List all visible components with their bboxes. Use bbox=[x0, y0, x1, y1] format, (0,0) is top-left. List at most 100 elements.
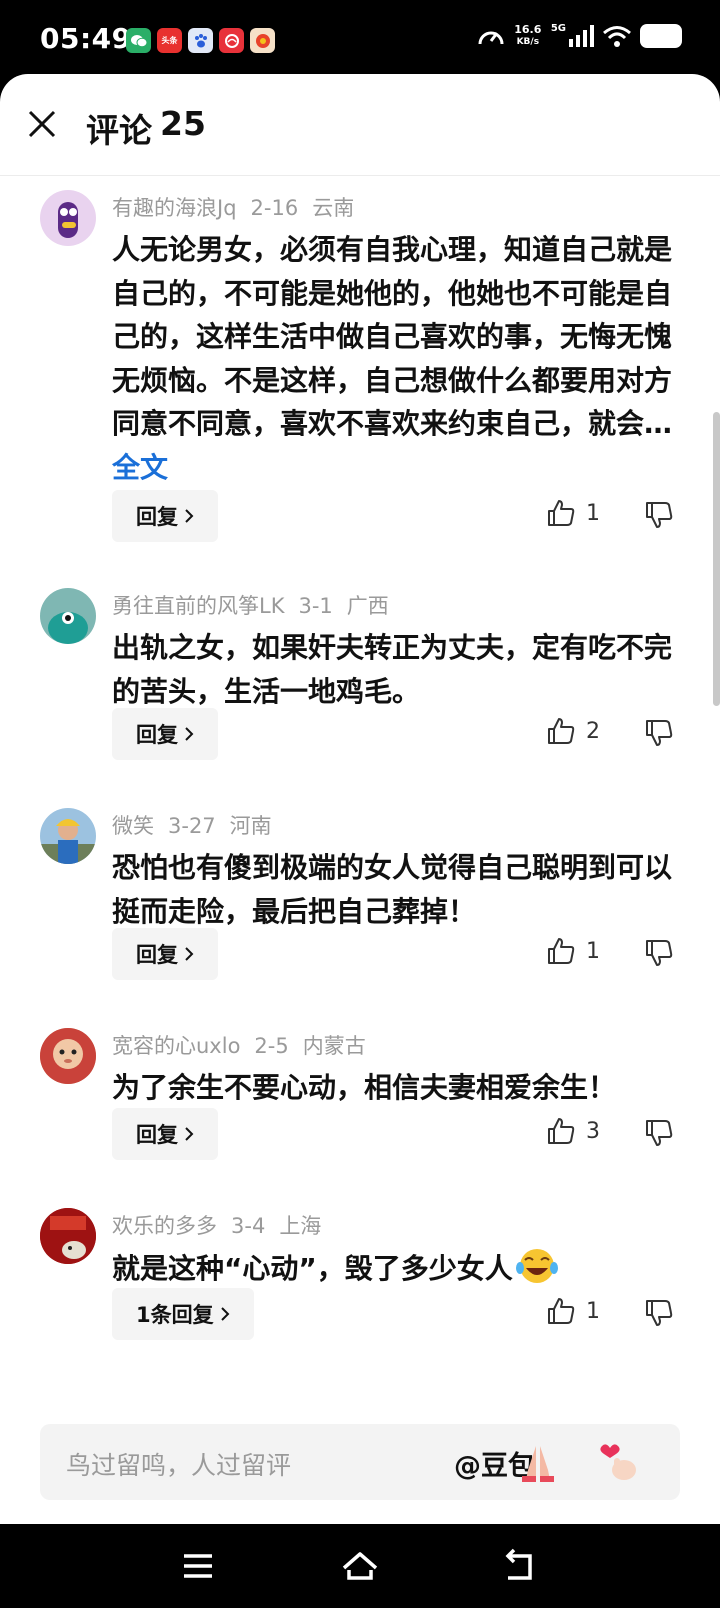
wechat-icon bbox=[126, 28, 151, 53]
reply-button[interactable]: 1条回复 bbox=[112, 1288, 254, 1340]
speedometer-icon bbox=[478, 31, 504, 45]
thumbs-up-icon bbox=[548, 1118, 575, 1144]
comment-meta: 欢乐的多多 3-4 上海 bbox=[112, 1210, 335, 1240]
chevron-right-icon bbox=[185, 1127, 194, 1141]
username[interactable]: 有趣的海浪Jq bbox=[112, 196, 237, 220]
like-button[interactable]: 2 bbox=[546, 716, 600, 746]
reply-label: 回复 bbox=[136, 505, 178, 529]
comment-text: 恐怕也有傻到极端的女人觉得自己聪明到可以挺而走险，最后把自己葬掉！ bbox=[112, 851, 673, 928]
avatar[interactable] bbox=[40, 588, 96, 644]
app-orange-icon bbox=[250, 28, 275, 53]
comment-text: 人无论男女，必须有自我心理，知道自己就是自己的，不可能是她他的，他她也不可能是自… bbox=[112, 228, 672, 489]
comment-text: 出轨之女，如果奸夫转正为丈夫，定有吃不完的苦头，生活一地鸡毛。 bbox=[112, 631, 673, 708]
reply-label: 1条回复 bbox=[136, 1303, 214, 1327]
comment-date: 3-27 bbox=[168, 814, 216, 838]
comment-text: 为了余生不要心动，相信夫妻相爱余生！ bbox=[112, 1071, 617, 1104]
thumbs-down-icon bbox=[646, 502, 673, 528]
like-button[interactable]: 1 bbox=[546, 1296, 600, 1326]
home-icon[interactable] bbox=[340, 1546, 380, 1586]
comment-item: 微笑 3-27 河南 恐怕也有傻到极端的女人觉得自己聪明到可以挺而走险，最后把自己葬… bbox=[0, 794, 720, 1014]
reply-label: 回复 bbox=[136, 723, 178, 747]
title-label: 评论 bbox=[86, 111, 152, 150]
comment-location: 上海 bbox=[279, 1214, 322, 1238]
comment-item: 有趣的海浪Jq 2-16 云南 人无论男女，必须有自我心理，知道自己就是自己的，不可… bbox=[0, 176, 720, 574]
comment-location: 广西 bbox=[346, 594, 389, 618]
laughing-crying-emoji bbox=[515, 1249, 558, 1283]
avatar[interactable] bbox=[40, 1208, 96, 1264]
like-count: 3 bbox=[586, 1118, 600, 1144]
username[interactable]: 勇往直前的风筝LK bbox=[112, 594, 284, 618]
praying-hands-icon[interactable] bbox=[516, 1440, 560, 1484]
like-count: 1 bbox=[586, 938, 600, 964]
expand-full-text-link[interactable]: 全文 bbox=[112, 451, 168, 484]
system-nav-bar bbox=[0, 1524, 720, 1608]
menu-icon[interactable] bbox=[178, 1546, 218, 1586]
avatar[interactable] bbox=[40, 190, 96, 246]
like-button[interactable]: 1 bbox=[546, 498, 600, 528]
reply-button[interactable]: 回复 bbox=[112, 1108, 218, 1160]
dislike-button[interactable] bbox=[644, 938, 674, 972]
chevron-right-icon bbox=[185, 947, 194, 961]
dislike-button[interactable] bbox=[644, 500, 674, 534]
thumbs-down-icon bbox=[646, 940, 673, 966]
avatar[interactable] bbox=[40, 808, 96, 864]
app-red-icon bbox=[219, 28, 244, 53]
comment-count: 25 bbox=[160, 104, 206, 143]
comment-meta: 勇往直前的风筝LK 3-1 广西 bbox=[112, 590, 403, 620]
avatar[interactable] bbox=[40, 1028, 96, 1084]
dislike-button[interactable] bbox=[644, 718, 674, 752]
like-count: 2 bbox=[586, 718, 600, 744]
reply-button[interactable]: 回复 bbox=[112, 928, 218, 980]
toutiao-label: 头条 bbox=[161, 36, 178, 45]
like-count: 1 bbox=[586, 500, 600, 526]
thumbs-up-icon bbox=[548, 938, 575, 964]
net-speed: 16.6 KB/s bbox=[513, 24, 543, 48]
comment-meta: 宽容的心uxlo 2-5 内蒙古 bbox=[112, 1030, 380, 1060]
comment-date: 3-1 bbox=[298, 594, 333, 618]
dislike-button[interactable] bbox=[644, 1298, 674, 1332]
username[interactable]: 宽容的心uxlo bbox=[112, 1034, 240, 1058]
chevron-right-icon bbox=[185, 727, 194, 741]
sheet-header: 评论 25 bbox=[0, 74, 720, 176]
reply-button[interactable]: 回复 bbox=[112, 708, 218, 760]
comment-item: 宽容的心uxlo 2-5 内蒙古 为了余生不要心动，相信夫妻相爱余生！ 回复 3 bbox=[0, 1014, 720, 1194]
chevron-right-icon bbox=[220, 1307, 230, 1321]
comment-item: 勇往直前的风筝LK 3-1 广西 出轨之女，如果奸夫转正为丈夫，定有吃不完的苦头，生… bbox=[0, 574, 720, 794]
reply-label: 回复 bbox=[136, 1123, 178, 1147]
reply-label: 回复 bbox=[136, 943, 178, 967]
comment-sheet: 评论 25 有趣的海浪Jq 2-16 云南 人无论男女，必须有自我心理，知道自己就是… bbox=[0, 74, 720, 1524]
thumbs-up-icon bbox=[548, 500, 575, 526]
like-button[interactable]: 1 bbox=[546, 936, 600, 966]
reply-button[interactable]: 回复 bbox=[112, 490, 218, 542]
like-button[interactable]: 3 bbox=[546, 1116, 600, 1146]
thumbs-down-icon bbox=[646, 720, 673, 746]
finger-heart-icon[interactable] bbox=[596, 1440, 640, 1484]
comment-body: 就是这种“心动”，毁了多少女人 bbox=[112, 1252, 513, 1285]
battery-icon bbox=[640, 24, 682, 48]
comment-input-bar[interactable]: 鸟过留鸣，人过留评 @豆包 bbox=[40, 1424, 680, 1500]
status-app-icons: 头条 bbox=[126, 28, 275, 53]
thumbs-down-icon bbox=[646, 1120, 673, 1146]
username[interactable]: 欢乐的多多 bbox=[112, 1214, 217, 1238]
close-button[interactable] bbox=[20, 102, 64, 146]
status-time: 05:49 bbox=[40, 22, 132, 55]
comment-meta: 有趣的海浪Jq 2-16 云南 bbox=[112, 192, 368, 222]
comment-date: 2-5 bbox=[254, 1034, 289, 1058]
signal-icon bbox=[569, 25, 594, 47]
comment-item: 欢乐的多多 3-4 上海 就是这种“心动”，毁了多少女人 1条回复 1 bbox=[0, 1194, 720, 1374]
status-bar: 05:49 头条 16.6 KB/s 5G bbox=[0, 0, 720, 78]
wifi-icon bbox=[603, 26, 631, 47]
baidu-icon bbox=[188, 28, 213, 53]
thumbs-down-icon bbox=[646, 1300, 673, 1326]
back-icon[interactable] bbox=[500, 1546, 540, 1586]
like-count: 1 bbox=[586, 1298, 600, 1324]
dislike-button[interactable] bbox=[644, 1118, 674, 1152]
comment-text: 就是这种“心动”，毁了多少女人 bbox=[112, 1246, 672, 1291]
toutiao-icon: 头条 bbox=[157, 28, 182, 53]
comment-location: 河南 bbox=[229, 814, 272, 838]
comment-date: 3-4 bbox=[231, 1214, 266, 1238]
thumbs-up-icon bbox=[548, 718, 575, 744]
username[interactable]: 微笑 bbox=[112, 814, 154, 838]
comment-list: 有趣的海浪Jq 2-16 云南 人无论男女，必须有自我心理，知道自己就是自己的，不可… bbox=[0, 176, 720, 1374]
comment-input-placeholder[interactable]: 鸟过留鸣，人过留评 bbox=[66, 1446, 291, 1482]
